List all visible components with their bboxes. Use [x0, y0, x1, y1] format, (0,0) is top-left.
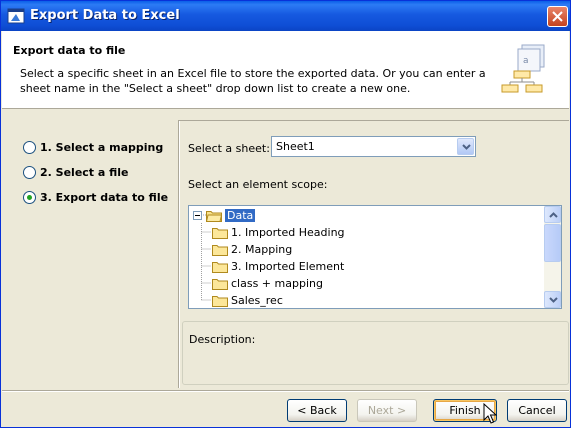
tree-item[interactable]: Sales_rec — [212, 292, 283, 308]
folder-open-icon — [206, 210, 222, 222]
export-hierarchy-icon: a — [501, 44, 545, 93]
window-title: Export Data to Excel — [30, 8, 180, 23]
tree-item-label: 1. Imported Heading — [231, 226, 345, 239]
title-bar[interactable]: Export Data to Excel — [1, 1, 570, 31]
folder-icon — [212, 278, 228, 290]
element-scope-tree[interactable]: Data 1. Imported Heading 2. Mapping 3. I… — [188, 205, 562, 309]
next-button[interactable]: Next > — [357, 399, 417, 422]
collapse-icon — [193, 211, 202, 220]
folder-icon — [212, 295, 228, 307]
sheet-select-value: Sheet1 — [276, 140, 315, 153]
folder-icon — [212, 261, 228, 273]
tree-item[interactable]: 2. Mapping — [212, 241, 292, 258]
folder-icon — [212, 227, 228, 239]
tree-item-label: class + mapping — [231, 277, 323, 290]
close-icon — [552, 11, 563, 22]
content-panel: Select a sheet: Sheet1 Select an element… — [178, 120, 569, 388]
tree-item-label: Data — [225, 209, 256, 222]
scroll-thumb[interactable] — [544, 224, 561, 262]
folder-icon — [212, 244, 228, 256]
header-description: Select a specific sheet in an Excel file… — [20, 67, 486, 95]
chevron-down-icon — [462, 144, 471, 150]
radio-icon — [23, 140, 36, 154]
chevron-up-icon — [549, 212, 558, 218]
header-title: Export data to file — [13, 44, 126, 57]
scroll-up-button[interactable] — [544, 206, 561, 223]
step-select-file[interactable]: 2. Select a file — [23, 163, 129, 181]
wizard-header: Export data to file Select a specific sh… — [2, 31, 569, 109]
close-button[interactable] — [547, 6, 568, 27]
tree-scrollbar[interactable] — [544, 206, 561, 308]
description-label: Description: — [189, 333, 256, 346]
divider — [2, 390, 569, 392]
tree-item[interactable]: 1. Imported Heading — [212, 224, 345, 241]
svg-text:a: a — [523, 56, 529, 66]
tree-item-label: 2. Mapping — [231, 243, 293, 256]
dropdown-button[interactable] — [457, 138, 474, 155]
description-group: Description: — [182, 321, 569, 385]
chevron-down-icon — [549, 297, 558, 303]
step-label: 2. Select a file — [40, 165, 129, 179]
mouse-cursor-icon — [483, 403, 497, 424]
scope-label: Select an element scope: — [188, 178, 328, 191]
step-label: 1. Select a mapping — [40, 140, 164, 154]
sheet-select[interactable]: Sheet1 — [271, 136, 476, 157]
step-select-mapping[interactable]: 1. Select a mapping — [23, 138, 163, 156]
step-export-data[interactable]: 3. Export data to file — [23, 188, 168, 206]
radio-icon — [23, 165, 36, 179]
sheet-label: Select a sheet: — [188, 142, 270, 155]
back-button[interactable]: < Back — [287, 399, 347, 422]
app-icon — [7, 8, 25, 24]
tree-root-data[interactable]: Data — [193, 207, 256, 224]
tree-item[interactable]: class + mapping — [212, 275, 323, 292]
cancel-button[interactable]: Cancel — [507, 399, 567, 422]
scroll-down-button[interactable] — [544, 291, 561, 308]
step-label: 3. Export data to file — [40, 190, 169, 204]
steps-panel: 1. Select a mapping 2. Select a file 3. … — [2, 120, 176, 388]
export-dialog: Export Data to Excel Export data to file… — [0, 0, 571, 428]
tree-item[interactable]: 3. Imported Element — [212, 258, 344, 275]
radio-checked-icon — [23, 190, 36, 204]
tree-item-label: Sales_rec — [231, 294, 283, 307]
tree-item-label: 3. Imported Element — [231, 260, 345, 273]
